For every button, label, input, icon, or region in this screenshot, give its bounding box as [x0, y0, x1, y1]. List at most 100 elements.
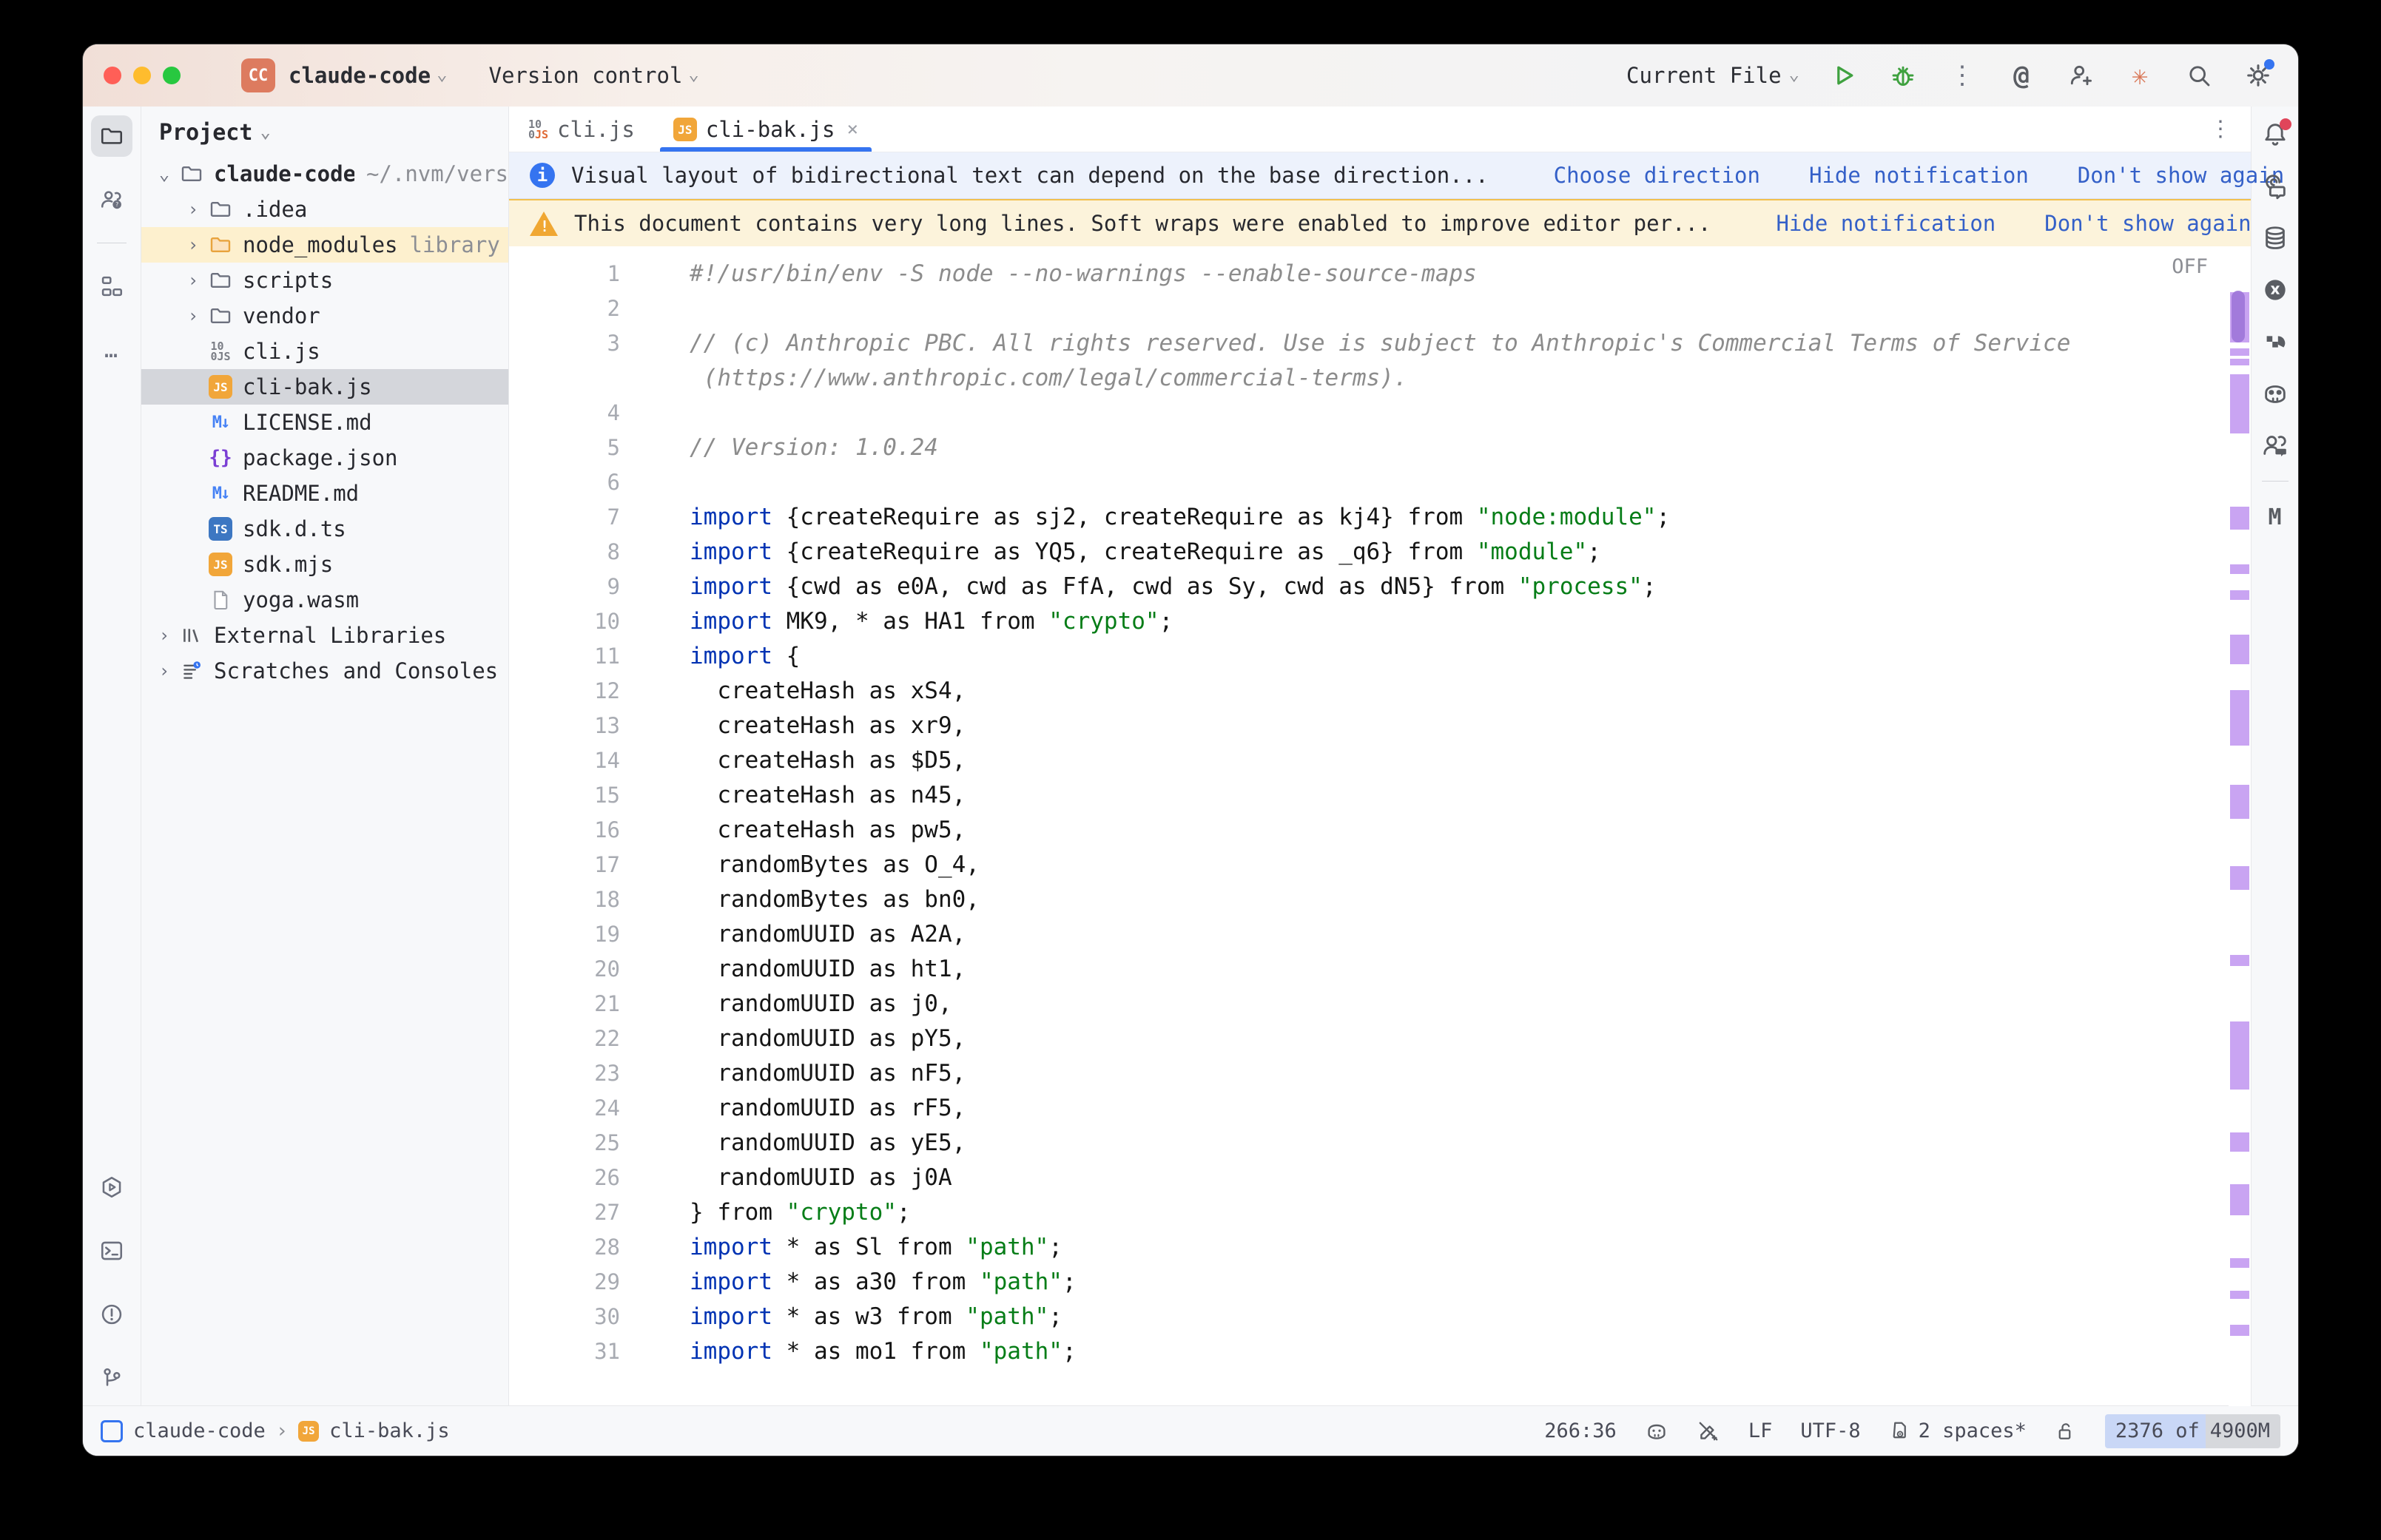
line-number[interactable]: 17 [509, 848, 651, 882]
tree-item-cli-js[interactable]: 100JScli.js [141, 334, 508, 369]
chevron-collapsed-icon[interactable]: › [181, 234, 206, 255]
database-tool-button[interactable] [2259, 222, 2291, 254]
code-line[interactable]: 10import MK9, * as HA1 from "crypto"; [509, 604, 2229, 639]
line-number[interactable]: 16 [509, 813, 651, 848]
code-line[interactable]: 16 createHash as pw5, [509, 813, 2229, 848]
more-actions-button[interactable]: ⋮ [1947, 61, 1977, 90]
claude-plugin-icon[interactable]: ✳ [2125, 61, 2155, 90]
code-line[interactable]: 12 createHash as xS4, [509, 674, 2229, 709]
line-number[interactable]: 12 [509, 674, 651, 709]
close-window-button[interactable] [104, 67, 121, 84]
line-number[interactable]: 11 [509, 639, 651, 674]
tree-item-sdk-mjs[interactable]: JSsdk.mjs [141, 547, 508, 582]
chevron-collapsed-icon[interactable]: › [152, 625, 177, 646]
line-number[interactable]: 3 [509, 326, 651, 361]
tree-item-external-libraries[interactable]: ›External Libraries [141, 618, 508, 653]
debug-button[interactable] [1888, 61, 1918, 90]
line-number[interactable]: 18 [509, 882, 651, 917]
line-number[interactable]: 13 [509, 709, 651, 743]
copilot-tool-button[interactable] [2259, 377, 2291, 410]
tree-item-readme-md[interactable]: M↓README.md [141, 476, 508, 511]
version-control-menu[interactable]: Version control ⌄ [489, 63, 699, 88]
settings-button[interactable] [2243, 61, 2273, 90]
letter-m-tool-button[interactable]: M [2259, 501, 2291, 533]
code-line[interactable]: 26 randomUUID as j0A [509, 1161, 2229, 1195]
chevron-expanded-icon[interactable]: ⌄ [152, 163, 177, 184]
tab-cli-bak-js[interactable]: JS cli-bak.js × [654, 107, 878, 152]
line-number[interactable] [509, 361, 651, 396]
code-line[interactable]: 1#!/usr/bin/env -S node --no-warnings --… [509, 257, 2229, 291]
code-line[interactable]: 27} from "crypto"; [509, 1195, 2229, 1230]
code-line[interactable]: 29import * as a30 from "path"; [509, 1265, 2229, 1300]
breadcrumb-file[interactable]: cli-bak.js [329, 1419, 450, 1442]
encoding-widget[interactable]: UTF-8 [1800, 1419, 1860, 1442]
code-line[interactable]: 14 createHash as $D5, [509, 743, 2229, 778]
project-tool-button[interactable] [91, 115, 132, 157]
search-everywhere-button[interactable] [2184, 61, 2214, 90]
line-number[interactable]: 7 [509, 500, 651, 535]
services-tool-button[interactable] [91, 1166, 132, 1208]
line-number[interactable]: 15 [509, 778, 651, 813]
line-number[interactable]: 8 [509, 535, 651, 570]
plugin-tool-button[interactable] [2259, 325, 2291, 358]
x-plugin-tool-button[interactable] [2259, 274, 2291, 306]
code-line[interactable]: 22 randomUUID as pY5, [509, 1021, 2229, 1056]
tree-item-yoga-wasm[interactable]: yoga.wasm [141, 582, 508, 618]
tree-item-cli-bak-js[interactable]: JScli-bak.js [141, 369, 508, 405]
tree-item-node-modules[interactable]: ›node_moduleslibrary [141, 227, 508, 263]
ai-assistant-icon[interactable]: @ [2007, 61, 2036, 90]
code-line[interactable]: 23 randomUUID as nF5, [509, 1056, 2229, 1091]
tree-item-vendor[interactable]: ›vendor [141, 298, 508, 334]
line-number[interactable]: 27 [509, 1195, 651, 1230]
copilot-chat-tool-button[interactable] [2259, 429, 2291, 462]
line-number[interactable]: 23 [509, 1056, 651, 1091]
problems-tool-button[interactable] [91, 1294, 132, 1335]
tab-options-button[interactable]: ⋮ [2209, 116, 2232, 142]
chevron-collapsed-icon[interactable]: › [181, 305, 206, 326]
line-number[interactable]: 31 [509, 1334, 651, 1369]
run-configuration-selector[interactable]: Current File ⌄ [1626, 63, 1799, 88]
highlighting-level-icon[interactable] [1697, 1419, 1720, 1443]
tab-cli-js[interactable]: 100JS cli.js [509, 107, 654, 152]
more-tool-windows-button[interactable]: … [91, 329, 132, 371]
maximize-window-button[interactable] [163, 67, 181, 84]
line-number[interactable]: 26 [509, 1161, 651, 1195]
code-line[interactable]: 17 randomBytes as O_4, [509, 848, 2229, 882]
dont-show-again-link[interactable]: Don't show again [2078, 163, 2284, 188]
code-line[interactable]: 30import * as w3 from "path"; [509, 1300, 2229, 1334]
project-panel-header[interactable]: Project ⌄ [141, 107, 508, 153]
indent-widget[interactable]: 2 spaces* [1889, 1419, 2027, 1442]
chevron-collapsed-icon[interactable]: › [181, 199, 206, 220]
code-line[interactable]: 13 createHash as xr9, [509, 709, 2229, 743]
line-number[interactable]: 22 [509, 1021, 651, 1056]
code-line[interactable]: 18 randomBytes as bn0, [509, 882, 2229, 917]
code-editor[interactable]: OFF 1#!/usr/bin/env -S node --no-warning… [509, 246, 2251, 1406]
line-number[interactable]: 6 [509, 465, 651, 500]
line-number[interactable]: 29 [509, 1265, 651, 1300]
choose-direction-link[interactable]: Choose direction [1554, 163, 1760, 188]
git-tool-button[interactable] [91, 1357, 132, 1399]
line-number[interactable]: 2 [509, 291, 651, 326]
code-line[interactable]: 11import { [509, 639, 2229, 674]
hide-notification-link[interactable]: Hide notification [1776, 211, 1996, 236]
ai-assistant-tool-button[interactable] [2259, 170, 2291, 203]
line-number[interactable]: 25 [509, 1126, 651, 1161]
structure-tool-button[interactable] [91, 266, 132, 307]
collaboration-tool-button[interactable]: ? [91, 179, 132, 220]
code-line[interactable]: 6 [509, 465, 2229, 500]
line-number[interactable]: 5 [509, 430, 651, 465]
code-line[interactable]: 2 [509, 291, 2229, 326]
project-menu[interactable]: claude-code ⌄ [289, 63, 448, 88]
tree-item-claude-code[interactable]: ⌄claude-code~/.nvm/vers [141, 156, 508, 192]
code-line[interactable]: 28import * as Sl from "path"; [509, 1230, 2229, 1265]
dont-show-again-link[interactable]: Don't show again [2044, 211, 2251, 236]
code-line[interactable]: 3// (c) Anthropic PBC. All rights reserv… [509, 326, 2229, 361]
line-number[interactable]: 28 [509, 1230, 651, 1265]
tree-item-package-json[interactable]: {}package.json [141, 440, 508, 476]
chevron-collapsed-icon[interactable]: › [181, 270, 206, 291]
tree-item-scratches-and-consoles[interactable]: ›Scratches and Consoles [141, 653, 508, 689]
code-line[interactable]: 7import {createRequire as sj2, createReq… [509, 500, 2229, 535]
code-line[interactable]: 24 randomUUID as rF5, [509, 1091, 2229, 1126]
notifications-button[interactable] [2259, 118, 2291, 151]
line-number[interactable]: 10 [509, 604, 651, 639]
